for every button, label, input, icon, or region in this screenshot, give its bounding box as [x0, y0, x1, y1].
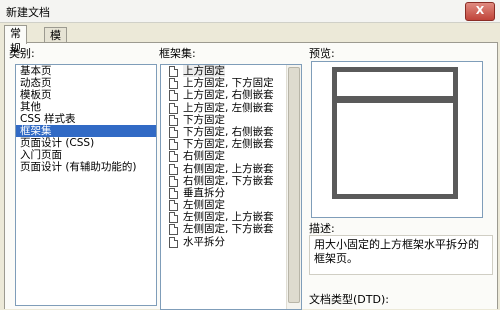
window-title: 新建文档 [6, 6, 50, 19]
frameset-item-label: 左侧固定 [183, 199, 225, 212]
frameset-list[interactable]: 上方固定 上方固定, 下方固定 上方固定, 右侧嵌套 上方固定, 左侧嵌套 下方固定 下方… [160, 64, 302, 310]
frameset-item-label: 水平拆分 [183, 235, 225, 248]
frameset-item-label: 上方固定, 右侧嵌套 [183, 89, 274, 102]
category-item[interactable]: 入门页面 [16, 149, 156, 161]
frameset-preview-image [332, 67, 458, 199]
document-icon [169, 102, 178, 114]
frameset-item-label: 左侧固定, 下方嵌套 [183, 223, 274, 236]
document-icon [169, 126, 178, 138]
frameset-item[interactable]: 上方固定 [161, 65, 301, 77]
document-icon [169, 151, 178, 163]
frameset-item-label: 下方固定, 右侧嵌套 [183, 125, 274, 138]
document-icon [169, 212, 178, 224]
frameset-item[interactable]: 上方固定, 左侧嵌套 [161, 102, 301, 114]
document-icon [169, 187, 178, 199]
frameset-item-label: 上方固定, 下方固定 [183, 77, 274, 90]
category-item[interactable]: 模板页 [16, 89, 156, 101]
frameset-item[interactable]: 左侧固定, 下方嵌套 [161, 223, 301, 236]
frameset-item[interactable]: 右侧固定, 下方嵌套 [161, 175, 301, 187]
document-icon [169, 175, 178, 187]
description-box: 用大小固定的上方框架水平拆分的框架页。 [309, 235, 493, 275]
frameset-item[interactable]: 左侧固定 [161, 199, 301, 212]
frameset-item[interactable]: 左侧固定, 上方嵌套 [161, 211, 301, 224]
category-item[interactable]: 框架集 [16, 125, 156, 137]
preview-label: 预览: [309, 47, 335, 60]
frameset-label: 框架集: [159, 47, 196, 60]
description-label: 描述: [309, 222, 335, 235]
category-item[interactable]: 页面设计 (CSS) [16, 137, 156, 149]
frameset-item[interactable]: 下方固定, 右侧嵌套 [161, 126, 301, 138]
frameset-item-label: 左侧固定, 上方嵌套 [183, 211, 274, 224]
frameset-item[interactable]: 上方固定, 右侧嵌套 [161, 89, 301, 102]
document-icon [169, 114, 178, 126]
document-icon [169, 66, 178, 77]
category-item[interactable]: 动态页 [16, 77, 156, 89]
frameset-item[interactable]: 下方固定 [161, 114, 301, 126]
frameset-item-label: 上方固定 [183, 65, 225, 77]
frameset-item-label: 下方固定 [183, 113, 225, 126]
category-item[interactable]: 页面设计 (有辅助功能的) [16, 161, 156, 173]
tab-general[interactable]: 常规 [4, 25, 27, 55]
frameset-item[interactable]: 右侧固定, 上方嵌套 [161, 163, 301, 175]
frameset-item[interactable]: 水平拆分 [161, 236, 301, 248]
title-bar: 新建文档 X [0, 0, 500, 23]
frameset-item[interactable]: 垂直拆分 [161, 187, 301, 199]
document-icon [169, 236, 178, 248]
document-icon [169, 139, 178, 151]
tab-templates[interactable]: 模板 [44, 27, 67, 57]
preview-box [311, 61, 483, 218]
document-icon [169, 78, 178, 90]
document-icon [169, 163, 178, 175]
close-button[interactable]: X [465, 2, 495, 21]
scrollbar-thumb[interactable] [288, 67, 300, 304]
frameset-scrollbar[interactable] [286, 65, 301, 309]
frameset-item-label: 垂直拆分 [183, 186, 225, 199]
doctype-label: 文档类型(DTD): [309, 293, 389, 306]
frameset-item[interactable]: 上方固定, 下方固定 [161, 77, 301, 90]
category-item[interactable]: 其他 [16, 101, 156, 113]
frameset-item-label: 右侧固定 [183, 150, 225, 163]
frameset-item[interactable]: 下方固定, 左侧嵌套 [161, 138, 301, 151]
category-item[interactable]: 基本页 [16, 65, 156, 77]
document-icon [169, 224, 178, 236]
preview-split-bar [337, 96, 453, 103]
frameset-item-label: 右侧固定, 上方嵌套 [183, 162, 274, 175]
document-icon [169, 200, 178, 212]
category-list[interactable]: 基本页 动态页 模板页 其他 CSS 样式表 框架集 页面设计 (CSS) 入门页面 页面设计 … [15, 64, 157, 306]
description-text: 用大小固定的上方框架水平拆分的框架页。 [314, 238, 479, 265]
frameset-item-label: 上方固定, 左侧嵌套 [183, 101, 274, 114]
tab-panel: 类别: 基本页 动态页 模板页 其他 CSS 样式表 框架集 页面设计 (CSS) 入门页面页… [4, 42, 498, 310]
document-icon [169, 90, 178, 102]
frameset-item-label: 右侧固定, 下方嵌套 [183, 174, 274, 187]
category-item[interactable]: CSS 样式表 [16, 113, 156, 125]
frameset-item[interactable]: 右侧固定 [161, 150, 301, 163]
frameset-item-label: 下方固定, 左侧嵌套 [183, 138, 274, 151]
